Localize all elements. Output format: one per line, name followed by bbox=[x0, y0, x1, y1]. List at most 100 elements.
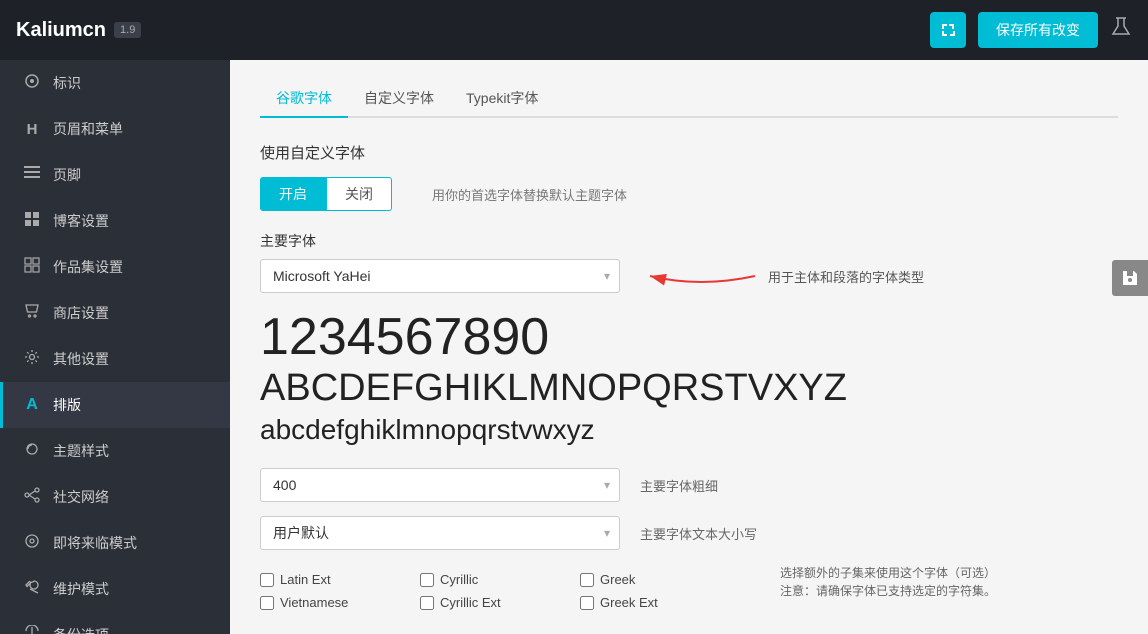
layout: 标识 H 页眉和菜单 页脚 博客设置 作品集设置 bbox=[0, 60, 1148, 634]
use-custom-font-title: 使用自定义字体 bbox=[260, 142, 1118, 163]
toggle-on-button[interactable]: 开启 bbox=[260, 177, 326, 211]
weight-row: 400 300 700 ▾ 主要字体粗细 bbox=[260, 468, 1118, 502]
sidebar-label-other: 其他设置 bbox=[53, 349, 109, 369]
sidebar-item-coming-soon[interactable]: 即将来临模式 bbox=[0, 520, 230, 566]
header-menu-icon: H bbox=[23, 121, 41, 138]
sidebar-item-typography[interactable]: A 排版 bbox=[0, 382, 230, 428]
weight-select-wrapper: 400 300 700 ▾ bbox=[260, 468, 620, 502]
typography-icon: A bbox=[23, 396, 41, 414]
subsets-hint-line1: 选择额外的子集来使用这个字体（可选） bbox=[780, 564, 996, 582]
checkbox-latin-ext[interactable]: Latin Ext bbox=[260, 572, 400, 587]
sidebar: 标识 H 页眉和菜单 页脚 博客设置 作品集设置 bbox=[0, 60, 230, 634]
sidebar-label-social: 社交网络 bbox=[53, 487, 109, 507]
subsets-checkboxes: Latin Ext Cyrillic Greek Vietnamese bbox=[260, 564, 720, 610]
sidebar-label-blog: 博客设置 bbox=[53, 211, 109, 231]
checkbox-vietnamese-input[interactable] bbox=[260, 596, 274, 610]
checkbox-cyrillic-ext[interactable]: Cyrillic Ext bbox=[420, 595, 560, 610]
sidebar-item-header-menu[interactable]: H 页眉和菜单 bbox=[0, 106, 230, 152]
checkbox-vietnamese-label: Vietnamese bbox=[280, 595, 348, 610]
primary-font-hint: 用于主体和段落的字体类型 bbox=[768, 267, 924, 286]
backup-icon bbox=[23, 625, 41, 634]
checkbox-grid: Latin Ext Cyrillic Greek Vietnamese bbox=[260, 572, 720, 610]
weight-hint: 主要字体粗细 bbox=[640, 476, 718, 495]
flask-button[interactable] bbox=[1110, 16, 1132, 44]
tab-typekit-font[interactable]: Typekit字体 bbox=[450, 80, 554, 118]
sidebar-label-logo: 标识 bbox=[53, 73, 81, 93]
social-icon bbox=[23, 487, 41, 507]
case-select[interactable]: 用户默认 大写 小写 bbox=[260, 516, 620, 550]
toggle-off-button[interactable]: 关闭 bbox=[326, 177, 392, 211]
font-preview: 1234567890 ABCDEFGHIKLMNOPQRSTVXYZ abcde… bbox=[260, 309, 1118, 448]
main-content: 谷歌字体 自定义字体 Typekit字体 使用自定义字体 开启 关闭 用你的首选… bbox=[230, 60, 1148, 634]
red-arrow-icon bbox=[640, 264, 760, 288]
checkbox-latin-ext-input[interactable] bbox=[260, 573, 274, 587]
sidebar-label-header-menu: 页眉和菜单 bbox=[53, 119, 123, 139]
sidebar-label-footer: 页脚 bbox=[53, 165, 81, 185]
checkbox-greek-input[interactable] bbox=[580, 573, 594, 587]
sidebar-item-portfolio[interactable]: 作品集设置 bbox=[0, 244, 230, 290]
sidebar-label-theme-style: 主题样式 bbox=[53, 441, 109, 461]
sidebar-label-backup: 备份选项 bbox=[53, 625, 109, 634]
preview-lowercase: abcdefghiklmnopqrstvwxyz bbox=[260, 412, 1118, 448]
portfolio-icon bbox=[23, 257, 41, 277]
sidebar-item-footer[interactable]: 页脚 bbox=[0, 152, 230, 198]
font-tabs: 谷歌字体 自定义字体 Typekit字体 bbox=[260, 80, 1118, 118]
case-select-wrapper: 用户默认 大写 小写 ▾ bbox=[260, 516, 620, 550]
subsets-row: Latin Ext Cyrillic Greek Vietnamese bbox=[260, 564, 1118, 610]
sidebar-item-blog[interactable]: 博客设置 bbox=[0, 198, 230, 244]
preview-numbers: 1234567890 bbox=[260, 309, 1118, 366]
checkbox-cyrillic-label: Cyrillic bbox=[440, 572, 478, 587]
checkbox-cyrillic[interactable]: Cyrillic bbox=[420, 572, 560, 587]
primary-font-section: 主要字体 Microsoft YaHei ▾ bbox=[260, 231, 1118, 293]
toggle-group: 开启 关闭 用你的首选字体替换默认主题字体 bbox=[260, 177, 1118, 211]
topbar-actions: 保存所有改变 bbox=[930, 12, 1132, 48]
checkbox-greek-label: Greek bbox=[600, 572, 635, 587]
sidebar-label-portfolio: 作品集设置 bbox=[53, 257, 123, 277]
checkbox-greek-ext-label: Greek Ext bbox=[600, 595, 658, 610]
sidebar-label-shop: 商店设置 bbox=[53, 303, 109, 323]
maintenance-icon bbox=[23, 579, 41, 599]
primary-font-select-wrapper: Microsoft YaHei ▾ bbox=[260, 259, 620, 293]
checkbox-greek-ext-input[interactable] bbox=[580, 596, 594, 610]
sidebar-item-other[interactable]: 其他设置 bbox=[0, 336, 230, 382]
other-icon bbox=[23, 349, 41, 369]
primary-font-label: 主要字体 bbox=[260, 231, 1118, 251]
logo-area: Kaliumcn 1.9 bbox=[16, 19, 141, 42]
blog-icon bbox=[23, 211, 41, 231]
theme-style-icon bbox=[23, 441, 41, 461]
sidebar-item-logo[interactable]: 标识 bbox=[0, 60, 230, 106]
checkbox-cyrillic-ext-input[interactable] bbox=[420, 596, 434, 610]
checkbox-greek[interactable]: Greek bbox=[580, 572, 720, 587]
save-all-button[interactable]: 保存所有改变 bbox=[978, 12, 1098, 48]
checkbox-cyrillic-input[interactable] bbox=[420, 573, 434, 587]
logo-icon bbox=[23, 73, 41, 93]
toggle-hint: 用你的首选字体替换默认主题字体 bbox=[432, 185, 627, 204]
sidebar-item-theme-style[interactable]: 主题样式 bbox=[0, 428, 230, 474]
footer-icon bbox=[23, 166, 41, 184]
shop-icon bbox=[23, 303, 41, 323]
primary-font-select[interactable]: Microsoft YaHei bbox=[260, 259, 620, 293]
sidebar-item-social[interactable]: 社交网络 bbox=[0, 474, 230, 520]
side-save-button[interactable] bbox=[1112, 260, 1148, 296]
checkbox-cyrillic-ext-label: Cyrillic Ext bbox=[440, 595, 501, 610]
tab-custom-font[interactable]: 自定义字体 bbox=[348, 80, 450, 118]
case-hint: 主要字体文本大小写 bbox=[640, 524, 757, 543]
version-badge: 1.9 bbox=[114, 22, 141, 38]
sidebar-label-maintenance: 维护模式 bbox=[53, 579, 109, 599]
sidebar-item-shop[interactable]: 商店设置 bbox=[0, 290, 230, 336]
sidebar-item-maintenance[interactable]: 维护模式 bbox=[0, 566, 230, 612]
subsets-hint-line2: 注意：请确保字体已支持选定的字符集。 bbox=[780, 582, 996, 600]
logo-text: Kaliumcn bbox=[16, 19, 106, 42]
checkbox-vietnamese[interactable]: Vietnamese bbox=[260, 595, 400, 610]
sidebar-item-backup[interactable]: 备份选项 bbox=[0, 612, 230, 634]
expand-button[interactable] bbox=[930, 12, 966, 48]
subsets-hint: 选择额外的子集来使用这个字体（可选） 注意：请确保字体已支持选定的字符集。 bbox=[780, 564, 996, 600]
case-row: 用户默认 大写 小写 ▾ 主要字体文本大小写 bbox=[260, 516, 1118, 550]
checkbox-greek-ext[interactable]: Greek Ext bbox=[580, 595, 720, 610]
checkbox-latin-ext-label: Latin Ext bbox=[280, 572, 331, 587]
coming-soon-icon bbox=[23, 533, 41, 553]
weight-select[interactable]: 400 300 700 bbox=[260, 468, 620, 502]
sidebar-label-coming-soon: 即将来临模式 bbox=[53, 533, 137, 553]
tab-google-font[interactable]: 谷歌字体 bbox=[260, 80, 348, 118]
sidebar-label-typography: 排版 bbox=[53, 395, 81, 415]
